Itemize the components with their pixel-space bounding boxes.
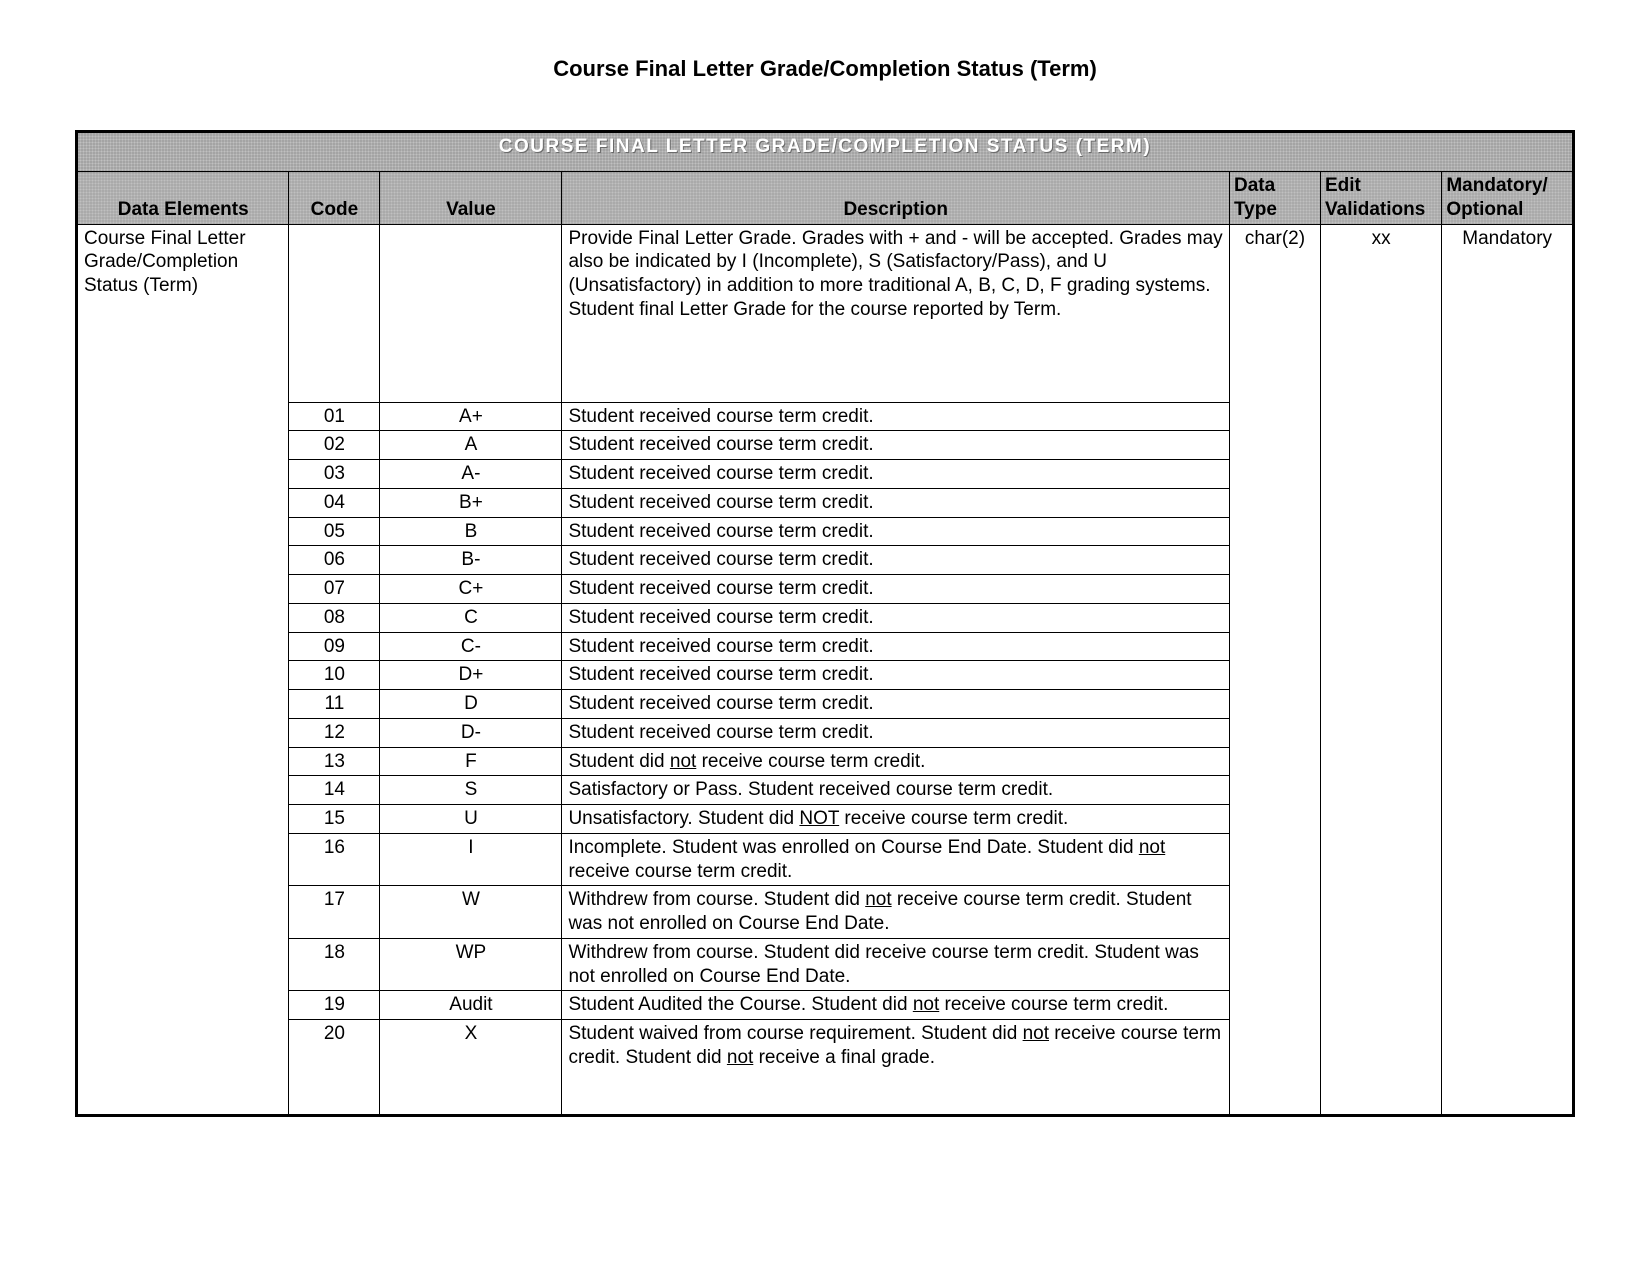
cell-code: 03 [289, 460, 380, 489]
table-header-row: Data Elements Code Value Description Dat… [77, 172, 1574, 225]
cell-value: C [380, 603, 562, 632]
cell-description: Student received course term credit. [562, 431, 1230, 460]
cell-description: Student waived from course requirement. … [562, 1020, 1230, 1116]
cell-value: C- [380, 632, 562, 661]
cell-description: Student received course term credit. [562, 488, 1230, 517]
cell-code: 15 [289, 805, 380, 834]
cell-value: C+ [380, 575, 562, 604]
cell-value: WP [380, 938, 562, 991]
cell-code: 08 [289, 603, 380, 632]
cell-value: A- [380, 460, 562, 489]
cell-description: Provide Final Letter Grade. Grades with … [562, 224, 1230, 402]
cell-code: 18 [289, 938, 380, 991]
data-dictionary-table: COURSE FINAL LETTER GRADE/COMPLETION STA… [75, 130, 1575, 1117]
cell-code: 07 [289, 575, 380, 604]
cell-code: 14 [289, 776, 380, 805]
cell-description: Student received course term credit. [562, 546, 1230, 575]
cell-code: 17 [289, 886, 380, 939]
cell-code: 20 [289, 1020, 380, 1116]
cell-code: 01 [289, 402, 380, 431]
cell-description: Satisfactory or Pass. Student received c… [562, 776, 1230, 805]
cell-description: Student received course term credit. [562, 661, 1230, 690]
cell-description: Student received course term credit. [562, 575, 1230, 604]
cell-value: B [380, 517, 562, 546]
cell-mandatory: Mandatory [1442, 224, 1574, 1116]
cell-description: Student received course term credit. [562, 632, 1230, 661]
cell-value: Audit [380, 991, 562, 1020]
col-header-code: Code [289, 172, 380, 225]
cell-value: B- [380, 546, 562, 575]
cell-value: A [380, 431, 562, 460]
cell-code [289, 224, 380, 402]
col-header-edit-validations: Edit Validations [1321, 172, 1442, 225]
cell-description: Unsatisfactory. Student did NOT receive … [562, 805, 1230, 834]
cell-code: 19 [289, 991, 380, 1020]
cell-value: U [380, 805, 562, 834]
cell-code: 11 [289, 690, 380, 719]
col-header-value: Value [380, 172, 562, 225]
cell-description: Student Audited the Course. Student did … [562, 991, 1230, 1020]
table-banner-row: COURSE FINAL LETTER GRADE/COMPLETION STA… [77, 132, 1574, 172]
cell-value: D [380, 690, 562, 719]
cell-value: B+ [380, 488, 562, 517]
cell-code: 10 [289, 661, 380, 690]
col-header-data-type: Data Type [1229, 172, 1320, 225]
cell-code: 16 [289, 833, 380, 886]
cell-value: D- [380, 718, 562, 747]
cell-code: 13 [289, 747, 380, 776]
cell-value: S [380, 776, 562, 805]
cell-description: Student received course term credit. [562, 517, 1230, 546]
cell-edit-validations: xx [1321, 224, 1442, 1116]
cell-description: Withdrew from course. Student did receiv… [562, 938, 1230, 991]
cell-code: 02 [289, 431, 380, 460]
cell-code: 04 [289, 488, 380, 517]
cell-value: F [380, 747, 562, 776]
table-banner: COURSE FINAL LETTER GRADE/COMPLETION STA… [77, 132, 1574, 172]
cell-value: D+ [380, 661, 562, 690]
cell-code: 05 [289, 517, 380, 546]
cell-value: X [380, 1020, 562, 1116]
cell-data-type: char(2) [1229, 224, 1320, 1116]
page-title: Course Final Letter Grade/Completion Sta… [75, 56, 1575, 82]
cell-code: 12 [289, 718, 380, 747]
cell-value: W [380, 886, 562, 939]
cell-description: Student received course term credit. [562, 718, 1230, 747]
cell-value: A+ [380, 402, 562, 431]
col-header-description: Description [562, 172, 1230, 225]
cell-value [380, 224, 562, 402]
table-row: Course Final Letter Grade/Completion Sta… [77, 224, 1574, 402]
cell-description: Student received course term credit. [562, 603, 1230, 632]
page-wrapper: Course Final Letter Grade/Completion Sta… [0, 0, 1650, 1117]
col-header-data-elements: Data Elements [77, 172, 289, 225]
cell-code: 06 [289, 546, 380, 575]
cell-code: 09 [289, 632, 380, 661]
col-header-mandatory-optional: Mandatory/ Optional [1442, 172, 1574, 225]
cell-description: Student received course term credit. [562, 690, 1230, 719]
cell-description: Student received course term credit. [562, 402, 1230, 431]
cell-data-element: Course Final Letter Grade/Completion Sta… [77, 224, 289, 1116]
cell-description: Student received course term credit. [562, 460, 1230, 489]
cell-description: Incomplete. Student was enrolled on Cour… [562, 833, 1230, 886]
cell-description: Student did not receive course term cred… [562, 747, 1230, 776]
cell-description: Withdrew from course. Student did not re… [562, 886, 1230, 939]
cell-value: I [380, 833, 562, 886]
